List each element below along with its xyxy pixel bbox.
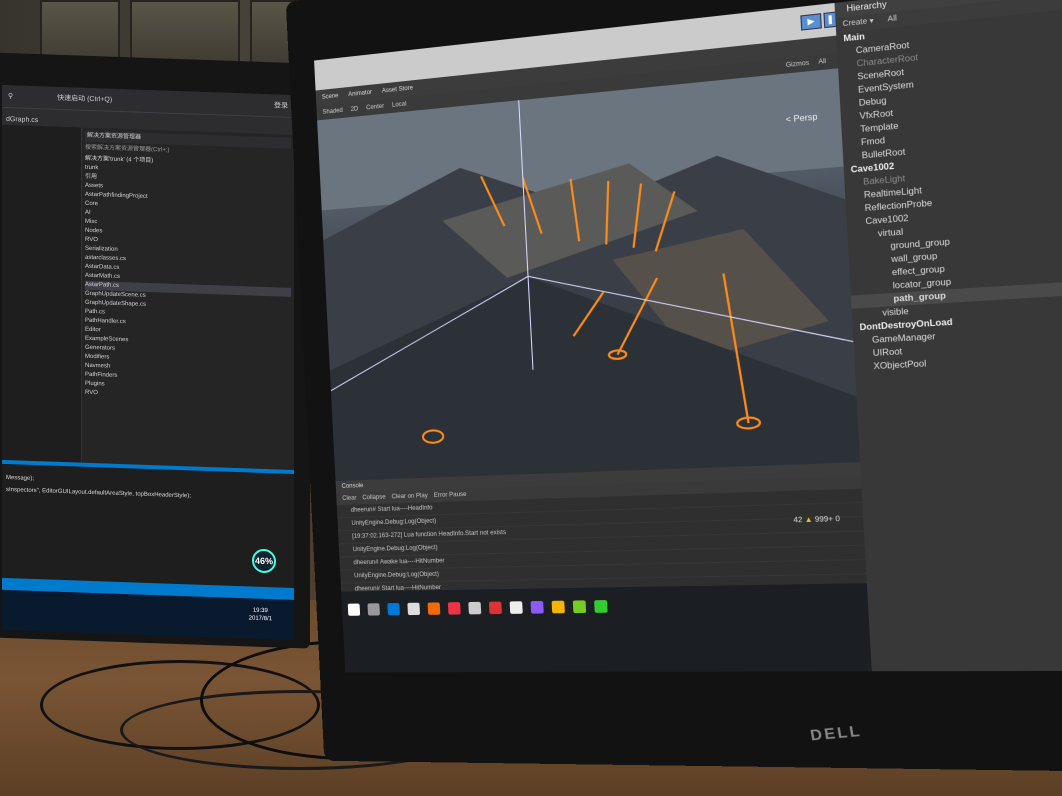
mail-icon[interactable] bbox=[468, 602, 481, 615]
error-count[interactable]: 0 bbox=[835, 516, 840, 524]
left-monitor: ⚲ 快速启动 (Ctrl+Q) 登录 dGraph.cs 解决方案资源管理器 搜… bbox=[0, 52, 310, 648]
login-link[interactable]: 登录 bbox=[274, 100, 288, 110]
app-icon[interactable] bbox=[489, 602, 502, 615]
app-icon[interactable] bbox=[448, 602, 461, 614]
photo-scene: ⚲ 快速启动 (Ctrl+Q) 登录 dGraph.cs 解决方案资源管理器 搜… bbox=[0, 0, 1062, 796]
taskbar-icons bbox=[348, 600, 608, 616]
pivot-center-button[interactable]: Center bbox=[366, 104, 384, 112]
output-lines: Message); sInspectors", EditorGUILayout.d… bbox=[6, 472, 290, 506]
solution-tree: 解决方案'trunk' (4 个项目) trunk 引用 Assets AstarPat… bbox=[85, 155, 291, 405]
tab-scene[interactable]: Scene bbox=[322, 93, 339, 101]
warning-icon: ▲ bbox=[804, 516, 812, 524]
play-icon[interactable]: ▶ bbox=[800, 13, 822, 30]
start-icon[interactable] bbox=[348, 604, 360, 616]
quick-launch-input[interactable]: 快速启动 (Ctrl+Q) bbox=[57, 93, 112, 105]
edge-icon[interactable] bbox=[387, 603, 400, 615]
unity-icon[interactable] bbox=[510, 601, 523, 614]
file-tab[interactable]: dGraph.cs bbox=[2, 116, 38, 124]
console-counts: 42 ▲ 999+ 0 bbox=[793, 516, 840, 525]
firefox-icon[interactable] bbox=[428, 602, 441, 614]
code-output-pane: Message); sInspectors", EditorGUILayout.d… bbox=[2, 460, 294, 590]
monitor-brand-logo: DELL bbox=[809, 722, 863, 744]
search-icon[interactable] bbox=[367, 603, 380, 615]
scene-render bbox=[317, 68, 860, 481]
code-editor[interactable] bbox=[2, 125, 82, 513]
unity-editor-window: ▶ ❚❚ ▶❚ Scene Animator Asset Store Shade… bbox=[314, 0, 1062, 672]
solution-explorer: 解决方案资源管理器 搜索解决方案资源管理器(Ctrl+;) 解决方案'trunk… bbox=[82, 128, 294, 520]
pivot-local-button[interactable]: Local bbox=[392, 101, 407, 109]
info-count[interactable]: 42 bbox=[793, 517, 802, 525]
error-pause-button[interactable]: Error Pause bbox=[434, 492, 467, 499]
taskbar-clock[interactable]: 19:39 2017/8/1 bbox=[249, 606, 272, 623]
scene-panel: Scene Animator Asset Store Shaded 2D Cen… bbox=[316, 36, 861, 481]
clear-on-play-button[interactable]: Clear on Play bbox=[391, 493, 428, 500]
app-icon[interactable] bbox=[573, 600, 586, 613]
visual-studio-icon[interactable] bbox=[531, 601, 544, 614]
hierarchy-panel: Hierarchy Create ▾ All Main CameraRoot Cha… bbox=[834, 0, 1062, 671]
create-dropdown[interactable]: Create ▾ bbox=[842, 17, 873, 28]
collapse-button[interactable]: Collapse bbox=[362, 494, 386, 501]
hierarchy-search-input[interactable]: All bbox=[887, 15, 897, 24]
tab-animator[interactable]: Animator bbox=[348, 90, 372, 99]
clock-date: 2017/8/1 bbox=[249, 614, 272, 623]
shading-mode-dropdown[interactable]: Shaded bbox=[322, 108, 343, 116]
wechat-icon[interactable] bbox=[594, 600, 608, 613]
toggle-2d-button[interactable]: 2D bbox=[351, 106, 359, 113]
scene-search-input[interactable]: All bbox=[818, 57, 838, 65]
windows-taskbar-right bbox=[341, 583, 872, 672]
explorer-icon[interactable] bbox=[407, 603, 420, 615]
scene-viewport[interactable]: < Persp bbox=[317, 68, 860, 481]
right-monitor: ▶ ❚❚ ▶❚ Scene Animator Asset Store Shade… bbox=[286, 0, 1062, 773]
warning-count[interactable]: 999+ bbox=[815, 516, 834, 524]
filter-icon[interactable]: ⚲ bbox=[8, 92, 13, 100]
hierarchy-tree: Main CameraRoot CharacterRoot SceneRoot Even… bbox=[836, 8, 1062, 375]
tab-asset-store[interactable]: Asset Store bbox=[382, 85, 413, 94]
visual-studio-window: ⚲ 快速启动 (Ctrl+Q) 登录 dGraph.cs 解决方案资源管理器 搜… bbox=[2, 85, 294, 640]
chrome-icon[interactable] bbox=[552, 601, 565, 614]
clear-button[interactable]: Clear bbox=[342, 495, 356, 502]
gizmos-dropdown[interactable]: Gizmos bbox=[786, 60, 810, 69]
performance-gauge: 46% bbox=[252, 549, 276, 574]
